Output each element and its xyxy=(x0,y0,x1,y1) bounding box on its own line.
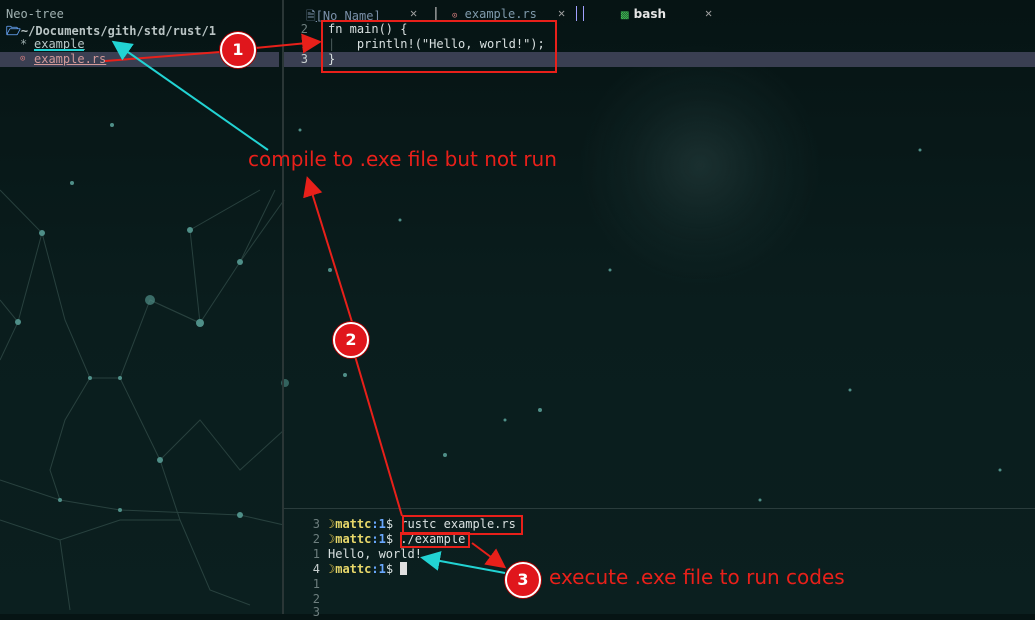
line-number: 3 xyxy=(300,52,308,66)
prompt-user: mattc xyxy=(335,532,372,546)
terminal-icon: ▩ xyxy=(620,10,630,21)
step-badge-2: 2 xyxy=(333,322,369,358)
prompt-cwd: :1 xyxy=(371,517,386,531)
code-text: } xyxy=(328,52,336,66)
code-text: println!("Hello, world!"); xyxy=(328,37,545,51)
terminal-line[interactable]: 3 ☽mattc:1$ rustc example.rs xyxy=(284,517,1035,532)
line-number: 3 xyxy=(312,605,320,619)
line-number: 1 xyxy=(312,577,320,591)
prompt-user: mattc xyxy=(335,517,372,531)
line-number: 2 xyxy=(300,22,308,36)
terminal-line: 3 xyxy=(284,605,1035,620)
folder-open-icon: 🗁 xyxy=(6,24,21,38)
annotation-note-execute: execute .exe file to run codes xyxy=(549,565,845,589)
terminal-line[interactable]: 2 ☽mattc:1$ ./example xyxy=(284,532,1035,547)
editor-line[interactable]: 2 fn main() { xyxy=(284,22,1035,37)
editor-line-current[interactable]: 3 } xyxy=(284,52,1035,67)
terminal-cursor xyxy=(400,562,408,575)
line-number: 2 xyxy=(312,532,320,546)
step-badge-1: 1 xyxy=(220,32,256,68)
rust-file-icon: ⊙ xyxy=(20,54,26,64)
tab-label: [No Name] xyxy=(315,9,381,23)
line-number: 1 xyxy=(300,37,308,51)
tree-item-label: example.rs xyxy=(34,52,107,66)
tab-separator: | xyxy=(432,6,440,21)
document-icon: 🗎 xyxy=(306,9,316,23)
tree-item-label: example xyxy=(34,37,85,51)
terminal-line[interactable]: 1 Hello, world! xyxy=(284,547,1035,562)
tree-root-label: ~/Documents/gith/std/rust/1 xyxy=(20,24,216,38)
prompt-suffix: $ xyxy=(385,562,401,576)
arrow-to-note-1 xyxy=(303,176,353,323)
prompt-suffix: $ xyxy=(385,517,401,531)
tab-bash[interactable]: ▩ bash xyxy=(620,7,666,21)
prompt-user: mattc xyxy=(335,562,372,576)
indent-guide: | xyxy=(328,37,336,51)
tab-indicator xyxy=(576,6,584,21)
command-text: rustc example.rs xyxy=(400,517,516,531)
step-badge-3: 3 xyxy=(505,562,541,598)
file-marker-icon: * xyxy=(20,37,28,51)
tab-label: example.rs xyxy=(464,7,537,21)
line-number: 4 xyxy=(312,562,320,576)
prompt-cwd: :1 xyxy=(371,532,386,546)
output-text: Hello, world! xyxy=(328,547,422,561)
prompt-cwd: :1 xyxy=(371,562,386,576)
line-number: 3 xyxy=(312,517,320,531)
line-to-rustc xyxy=(354,355,403,517)
tab-label: bash xyxy=(633,7,667,21)
tab-close-icon[interactable]: ✕ xyxy=(705,6,712,20)
tab-close-icon[interactable]: ✕ xyxy=(558,6,565,20)
line-number: 1 xyxy=(312,547,320,561)
rust-file-icon: ⊙ xyxy=(452,11,458,21)
tab-close-icon[interactable]: ✕ xyxy=(410,6,417,20)
tab-example-rs[interactable]: ⊙ example.rs xyxy=(452,7,537,21)
code-text: fn main() { xyxy=(328,22,408,36)
prompt-suffix: $ xyxy=(385,532,401,546)
neo-tree-panel: Neo-tree 🗁~/Documents/gith/std/rust/1 * … xyxy=(0,0,282,614)
neo-tree-title: Neo-tree xyxy=(6,7,64,21)
command-text: ./example xyxy=(400,532,466,546)
annotation-note-compile: compile to .exe file but not run xyxy=(248,147,557,171)
editor-line[interactable]: 1 println!("Hello, world!"); | xyxy=(284,37,1035,52)
